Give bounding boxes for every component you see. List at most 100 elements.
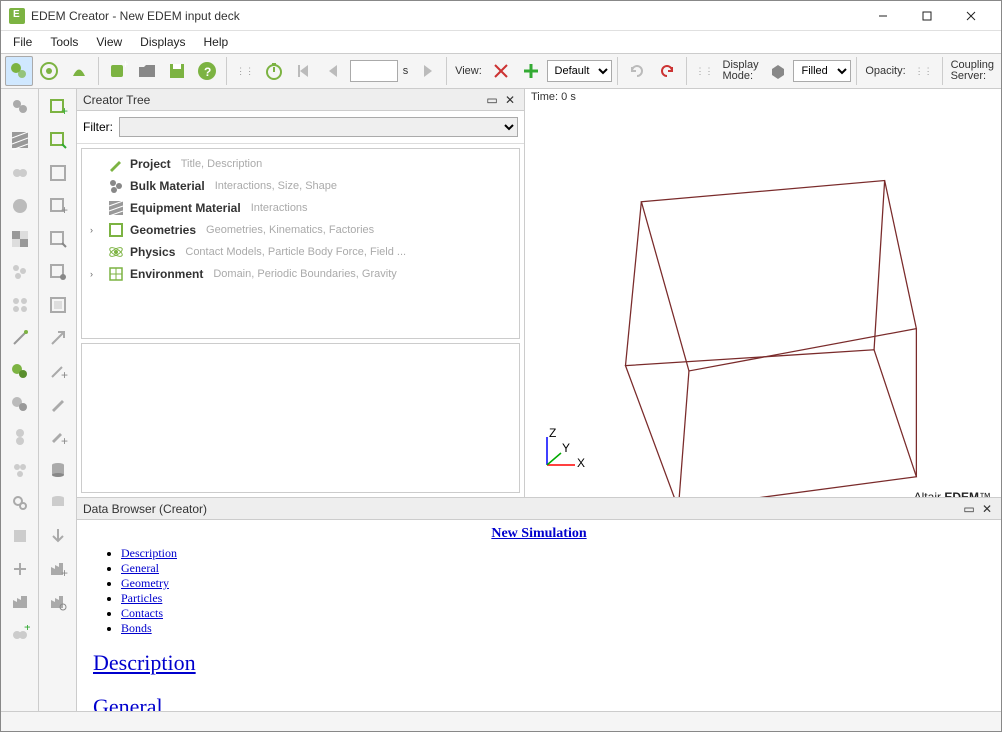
tree-label: Environment xyxy=(130,267,203,281)
save-button[interactable] xyxy=(163,56,191,86)
vtool-pair-icon[interactable] xyxy=(4,158,36,188)
vtool-checker-icon[interactable] xyxy=(4,224,36,254)
simulator-mode-button[interactable] xyxy=(35,56,63,86)
main-toolbar: + ? ⋮⋮ s View: Default ⋮⋮ Display Mode: … xyxy=(1,53,1001,89)
open-button[interactable] xyxy=(133,56,161,86)
view-delete-button[interactable] xyxy=(487,56,515,86)
filter-select[interactable] xyxy=(119,117,518,137)
db-link-geometry[interactable]: Geometry xyxy=(121,576,169,590)
vtool-particles-icon[interactable] xyxy=(4,92,36,122)
view-add-button[interactable] xyxy=(517,56,545,86)
viewport-3d[interactable]: Time: 0 s xyxy=(525,89,1001,497)
toolbar-grip-icon: ⋮⋮ xyxy=(232,66,258,77)
panel-close-button[interactable]: ✕ xyxy=(979,501,995,517)
vtool-grid4-icon[interactable] xyxy=(4,290,36,320)
vtool-triple-icon[interactable] xyxy=(4,455,36,485)
statusbar xyxy=(1,711,1001,731)
db-link-contacts[interactable]: Contacts xyxy=(121,606,163,620)
vtool-factory-add-icon[interactable]: + xyxy=(42,554,74,584)
tree-row-equipment-material[interactable]: Equipment Material Interactions xyxy=(90,197,511,219)
vtool-pencil-icon[interactable] xyxy=(42,389,74,419)
db-link-item: General xyxy=(121,561,985,576)
data-browser-content[interactable]: New Simulation DescriptionGeneralGeometr… xyxy=(77,520,1001,711)
time-value-input[interactable] xyxy=(350,60,398,82)
vtool-tool1-icon[interactable] xyxy=(4,521,36,551)
undo-button[interactable] xyxy=(653,56,681,86)
tree-desc: Interactions, Size, Shape xyxy=(215,180,337,192)
vtool-arrow-ne-icon[interactable] xyxy=(42,323,74,353)
creator-mode-button[interactable] xyxy=(5,56,33,86)
vtool-box-gray2-icon[interactable]: + xyxy=(42,191,74,221)
vtool-factory-icon[interactable] xyxy=(4,587,36,617)
new-button[interactable]: + xyxy=(104,56,132,86)
db-link-item: Description xyxy=(121,546,985,561)
step-back-button[interactable] xyxy=(290,56,318,86)
chevron-right-icon[interactable]: › xyxy=(90,225,102,235)
vtool-box-gray1-icon[interactable] xyxy=(42,158,74,188)
tree-row-project[interactable]: Project Title, Description xyxy=(90,153,511,175)
menu-displays[interactable]: Displays xyxy=(132,33,193,51)
refresh-button[interactable] xyxy=(623,56,651,86)
vtool-gray-pair-icon[interactable] xyxy=(4,389,36,419)
next-button[interactable] xyxy=(413,56,441,86)
vtool-green-pair-icon[interactable] xyxy=(4,356,36,386)
panel-float-button[interactable]: ▭ xyxy=(484,92,500,108)
vtool-down-arrow-icon[interactable] xyxy=(42,521,74,551)
vtool-gears-icon[interactable] xyxy=(4,488,36,518)
coupling-server-label: Coupling Server: xyxy=(948,60,997,82)
vtool-cylinder-icon[interactable] xyxy=(42,455,74,485)
panel-float-button[interactable]: ▭ xyxy=(961,501,977,517)
db-link-general[interactable]: General xyxy=(121,561,159,575)
vtool-wand-icon[interactable] xyxy=(4,323,36,353)
vtool-box-gray3-icon[interactable] xyxy=(42,224,74,254)
vtool-cylinder2-icon[interactable] xyxy=(42,488,74,518)
creator-properties-area[interactable] xyxy=(81,343,520,493)
menu-view[interactable]: View xyxy=(88,33,130,51)
tree-row-environment[interactable]: › Environment Domain, Periodic Boundarie… xyxy=(90,263,511,285)
close-button[interactable] xyxy=(949,2,993,30)
tree-desc: Title, Description xyxy=(181,158,263,170)
minimize-button[interactable] xyxy=(861,2,905,30)
chevron-right-icon[interactable]: › xyxy=(90,269,102,279)
axis-triad-icon: Z X Y xyxy=(535,427,585,480)
timer-button[interactable] xyxy=(260,56,288,86)
toolbar-grip-icon: ⋮⋮ xyxy=(692,66,718,77)
vtool-factory-gear-icon[interactable] xyxy=(42,587,74,617)
analyst-mode-button[interactable] xyxy=(65,56,93,86)
display-mode-icon[interactable] xyxy=(764,56,792,86)
db-link-bonds[interactable]: Bonds xyxy=(121,621,152,635)
vtool-arrow-add-icon[interactable]: + xyxy=(42,356,74,386)
menu-file[interactable]: File xyxy=(5,33,40,51)
menu-tools[interactable]: Tools xyxy=(42,33,86,51)
display-mode-select[interactable]: Filled xyxy=(793,60,851,82)
pencil-icon xyxy=(108,156,124,172)
db-link-description[interactable]: Description xyxy=(121,546,177,560)
vtool-hatch-icon[interactable] xyxy=(4,125,36,155)
filter-label: Filter: xyxy=(83,120,113,134)
vtool-pencil-add-icon[interactable]: + xyxy=(42,422,74,452)
prev-button[interactable] xyxy=(320,56,348,86)
tree-row-bulk-material[interactable]: Bulk Material Interactions, Size, Shape xyxy=(90,175,511,197)
vtool-stack-icon[interactable] xyxy=(4,422,36,452)
help-button[interactable]: ? xyxy=(193,56,221,86)
vtool-box-gray4-icon[interactable] xyxy=(42,257,74,287)
vtool-arrows-icon[interactable] xyxy=(4,554,36,584)
display-mode-label: Display Mode: xyxy=(720,60,762,82)
panel-close-button[interactable]: ✕ xyxy=(502,92,518,108)
vtool-box-gray5-icon[interactable] xyxy=(42,290,74,320)
maximize-button[interactable] xyxy=(905,2,949,30)
svg-text:+: + xyxy=(61,368,68,381)
tree-row-physics[interactable]: Physics Contact Models, Particle Body Fo… xyxy=(90,241,511,263)
vtool-box-add-icon[interactable]: + xyxy=(42,92,74,122)
tree-desc: Domain, Periodic Boundaries, Gravity xyxy=(213,268,396,280)
tree-row-geometries[interactable]: › Geometries Geometries, Kinematics, Fac… xyxy=(90,219,511,241)
vtool-bubbles-icon[interactable] xyxy=(4,257,36,287)
tree-label: Project xyxy=(130,157,171,171)
db-link-particles[interactable]: Particles xyxy=(121,591,162,605)
creator-tree[interactable]: Project Title, Description Bulk Material… xyxy=(81,148,520,339)
vtool-sphere-icon[interactable] xyxy=(4,191,36,221)
vtool-add-pair-icon[interactable]: + xyxy=(4,620,36,650)
vtool-box-down-icon[interactable] xyxy=(42,125,74,155)
menu-help[interactable]: Help xyxy=(196,33,237,51)
view-select[interactable]: Default xyxy=(547,60,612,82)
